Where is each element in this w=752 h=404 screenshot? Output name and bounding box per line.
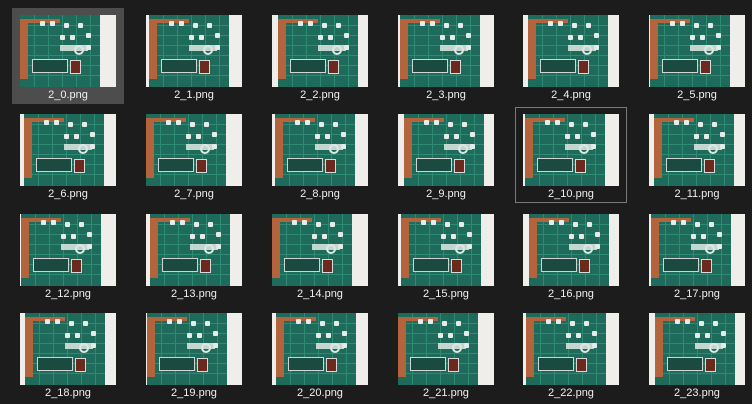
image-thumbnail [146,214,242,286]
pcb-photo-thumbnail [25,313,105,385]
image-thumbnail [649,214,745,286]
image-thumbnail [146,114,242,186]
file-name-label: 2_16.png [548,288,594,300]
image-thumbnail [272,313,368,385]
file-item[interactable]: 2_21.png [390,306,502,402]
image-thumbnail [20,313,116,385]
file-name-label: 2_1.png [174,89,214,101]
image-thumbnail [272,15,368,87]
image-thumbnail [20,114,116,186]
file-item[interactable]: 2_11.png [641,107,752,203]
file-name-label: 2_13.png [171,288,217,300]
pcb-photo-thumbnail [654,114,734,186]
image-thumbnail [649,313,745,385]
file-item[interactable]: 2_10.png [515,107,627,203]
image-thumbnail [523,15,619,87]
pcb-photo-thumbnail [404,114,484,186]
file-item[interactable]: 2_4.png [515,8,627,104]
image-thumbnail [649,114,745,186]
image-thumbnail [20,15,116,87]
image-thumbnail [146,313,242,385]
file-item[interactable]: 2_20.png [264,306,376,402]
pcb-photo-thumbnail [147,313,227,385]
pcb-photo-thumbnail [650,15,730,87]
image-thumbnail [398,15,494,87]
pcb-photo-thumbnail [529,214,609,286]
file-item[interactable]: 2_1.png [138,8,250,104]
file-name-label: 2_2.png [300,89,340,101]
file-name-label: 2_20.png [297,387,343,399]
image-thumbnail [146,15,242,87]
file-name-label: 2_17.png [674,288,720,300]
pcb-photo-thumbnail [24,114,104,186]
file-name-label: 2_7.png [174,188,214,200]
image-thumbnail [398,214,494,286]
pcb-photo-thumbnail [149,15,229,87]
file-item[interactable]: 2_3.png [390,8,502,104]
file-item[interactable]: 2_15.png [390,207,502,303]
file-item[interactable]: 2_19.png [138,306,250,402]
file-item[interactable]: 2_5.png [641,8,752,104]
file-name-label: 2_19.png [171,387,217,399]
pcb-photo-thumbnail [401,214,481,286]
image-thumbnail [398,313,494,385]
file-name-label: 2_6.png [48,188,88,200]
file-item[interactable]: 2_7.png [138,107,250,203]
file-name-label: 2_0.png [48,89,88,101]
file-name-label: 2_12.png [45,288,91,300]
file-name-label: 2_23.png [674,387,720,399]
pcb-photo-thumbnail [146,114,226,186]
file-name-label: 2_4.png [551,89,591,101]
file-item[interactable]: 2_18.png [12,306,124,402]
file-item[interactable]: 2_0.png [12,8,124,104]
pcb-photo-thumbnail [651,214,731,286]
image-thumbnail [649,15,745,87]
file-name-label: 2_22.png [548,387,594,399]
pcb-photo-thumbnail [528,15,608,87]
pcb-photo-thumbnail [275,114,355,186]
pcb-photo-thumbnail [525,114,605,186]
file-name-label: 2_18.png [45,387,91,399]
image-thumbnail [398,114,494,186]
image-thumbnail [523,214,619,286]
pcb-photo-thumbnail [400,15,480,87]
file-item[interactable]: 2_16.png [515,207,627,303]
file-item[interactable]: 2_22.png [515,306,627,402]
file-name-label: 2_15.png [423,288,469,300]
pcb-photo-thumbnail [272,214,352,286]
file-item[interactable]: 2_12.png [12,207,124,303]
file-item[interactable]: 2_13.png [138,207,250,303]
file-name-label: 2_21.png [423,387,469,399]
file-item[interactable]: 2_2.png [264,8,376,104]
file-item[interactable]: 2_14.png [264,207,376,303]
file-item[interactable]: 2_8.png [264,107,376,203]
image-thumbnail [20,214,116,286]
file-item[interactable]: 2_9.png [390,107,502,203]
image-thumbnail [523,114,619,186]
file-name-label: 2_11.png [674,188,720,200]
file-item[interactable]: 2_23.png [641,306,752,402]
file-name-label: 2_14.png [297,288,343,300]
file-name-label: 2_10.png [548,188,594,200]
file-grid: 2_0.png 2_1.png 2_2.png 2_3.png 2_4.png 2_5.p… [0,0,752,404]
file-item[interactable]: 2_17.png [641,207,752,303]
pcb-photo-thumbnail [276,313,356,385]
pcb-photo-thumbnail [526,313,606,385]
pcb-photo-thumbnail [150,214,230,286]
image-thumbnail [272,214,368,286]
file-name-label: 2_9.png [426,188,466,200]
pcb-photo-thumbnail [398,313,478,385]
pcb-photo-thumbnail [21,214,101,286]
image-thumbnail [523,313,619,385]
file-name-label: 2_5.png [677,89,717,101]
image-thumbnail [272,114,368,186]
file-name-label: 2_3.png [426,89,466,101]
pcb-photo-thumbnail [278,15,358,87]
pcb-photo-thumbnail [655,313,735,385]
pcb-photo-thumbnail [20,15,100,87]
file-item[interactable]: 2_6.png [12,107,124,203]
file-name-label: 2_8.png [300,188,340,200]
